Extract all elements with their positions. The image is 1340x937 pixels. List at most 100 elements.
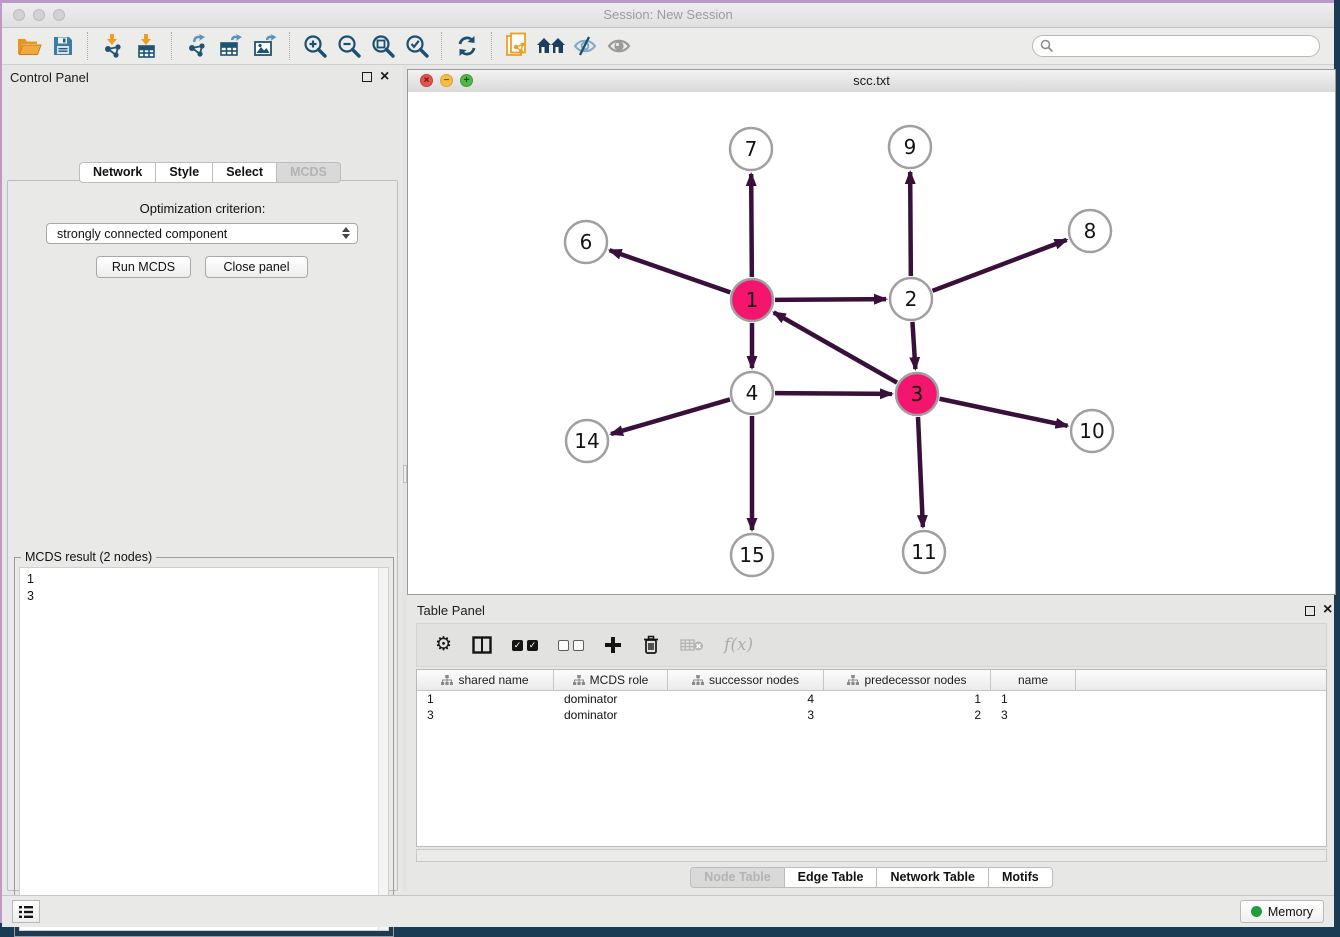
result-scrollbar[interactable]: [378, 568, 388, 930]
delete-table-button[interactable]: [680, 637, 704, 653]
zoom-out-button[interactable]: [332, 31, 366, 61]
tab-select[interactable]: Select: [212, 162, 277, 183]
toolbar-separator: [441, 32, 443, 60]
graph-edge-1-6[interactable]: [610, 250, 731, 292]
graph-node-label-4: 4: [746, 381, 759, 405]
select-all-button[interactable]: ✓✓: [512, 640, 538, 651]
import-network-button[interactable]: [96, 31, 130, 61]
mcds-result-group: MCDS result (2 nodes) 1 3: [14, 557, 394, 937]
graph-edge-3-10[interactable]: [940, 399, 1068, 426]
window-title: Session: New Session: [2, 3, 1334, 27]
zoom-fit-button[interactable]: [366, 31, 400, 61]
graph-edge-4-3[interactable]: [775, 393, 892, 394]
show-columns-button[interactable]: [472, 636, 492, 654]
column-header-predecessor-nodes[interactable]: predecessor nodes: [824, 670, 991, 690]
table-cell[interactable]: 2: [824, 707, 991, 723]
table-cell[interactable]: 3: [668, 707, 824, 723]
eye-slash-icon: [572, 35, 598, 57]
mcds-result-title: MCDS result (2 nodes): [21, 550, 156, 564]
table-cell[interactable]: dominator: [554, 691, 668, 707]
float-table-panel-icon[interactable]: [1305, 606, 1315, 616]
toolbar-separator: [289, 32, 291, 60]
column-header-MCDS-role[interactable]: MCDS role: [554, 670, 668, 690]
memory-status-icon: [1251, 906, 1262, 917]
node-table-header: shared name MCDS rolesuccessor nodesprede…: [417, 670, 1326, 691]
criterion-dropdown[interactable]: strongly connected component: [46, 223, 358, 244]
table-cell[interactable]: 1: [417, 691, 554, 707]
column-header-shared-name[interactable]: shared name: [417, 670, 554, 690]
zoom-in-button[interactable]: [298, 31, 332, 61]
control-panel-header: Control Panel ×: [2, 65, 403, 91]
tab-node-table[interactable]: Node Table: [690, 867, 784, 888]
table-cell[interactable]: 3: [417, 707, 554, 723]
tab-style[interactable]: Style: [155, 162, 213, 183]
tab-edge-table[interactable]: Edge Table: [784, 867, 878, 888]
graph-edge-1-2[interactable]: [775, 299, 886, 300]
table-row[interactable]: 3dominator323: [417, 707, 1326, 723]
table-hscrollbar[interactable]: [416, 849, 1327, 862]
home-layout-button[interactable]: [534, 31, 568, 61]
import-network-icon: [101, 33, 125, 59]
import-table-button[interactable]: [130, 31, 164, 61]
graph-node-label-9: 9: [904, 135, 917, 159]
task-history-button[interactable]: [12, 900, 40, 923]
run-mcds-button[interactable]: Run MCDS: [96, 256, 191, 278]
memory-button[interactable]: Memory: [1240, 900, 1324, 923]
node-table: shared name MCDS rolesuccessor nodesprede…: [416, 669, 1327, 847]
control-panel-tabs: NetworkStyleSelectMCDS: [79, 162, 341, 183]
export-table-button[interactable]: [214, 31, 248, 61]
table-settings-button[interactable]: ⚙: [435, 635, 452, 655]
graph-edge-2-9[interactable]: [910, 172, 911, 276]
table-cell[interactable]: dominator: [554, 707, 668, 723]
graph-node-label-11: 11: [911, 540, 936, 564]
open-file-button[interactable]: [12, 31, 46, 61]
export-network-button[interactable]: [180, 31, 214, 61]
column-header-name[interactable]: name: [991, 670, 1076, 690]
tab-network[interactable]: Network: [79, 162, 156, 183]
checkbox-checked-icon: ✓: [527, 640, 538, 651]
float-panel-icon[interactable]: [362, 72, 372, 82]
close-panel-icon[interactable]: ×: [380, 67, 389, 87]
add-column-button[interactable]: [604, 636, 622, 654]
column-label: shared name: [458, 673, 528, 687]
export-image-button[interactable]: [248, 31, 282, 61]
network-view-window: × − + scc.txt 7968124314101511: [407, 69, 1336, 595]
deselect-all-button[interactable]: [558, 640, 584, 651]
table-cell[interactable]: 3: [991, 707, 1076, 723]
graph-edge-2-3[interactable]: [912, 322, 915, 369]
network-canvas[interactable]: 7968124314101511: [408, 92, 1335, 594]
save-session-button[interactable]: [46, 31, 80, 61]
zoom-selected-button[interactable]: [400, 31, 434, 61]
mcds-result-area[interactable]: 1 3: [19, 567, 389, 931]
column-header-successor-nodes[interactable]: successor nodes: [668, 670, 824, 690]
table-panel-title: Table Panel: [417, 603, 485, 618]
graph-edge-3-1[interactable]: [774, 312, 897, 382]
hide-panel-button[interactable]: [568, 31, 602, 61]
close-panel-button[interactable]: Close panel: [205, 256, 308, 278]
table-row[interactable]: 1dominator411: [417, 691, 1326, 707]
table-panel: Table Panel × ⚙ ✓✓ f(x): [407, 599, 1336, 891]
tab-mcds[interactable]: MCDS: [276, 162, 341, 183]
home-icon: [536, 35, 566, 57]
table-cell[interactable]: 1: [824, 691, 991, 707]
zoom-in-icon: [302, 33, 328, 59]
table-cell[interactable]: 4: [668, 691, 824, 707]
tab-motifs[interactable]: Motifs: [988, 867, 1053, 888]
tab-network-table[interactable]: Network Table: [876, 867, 989, 888]
toolbar-separator: [87, 32, 89, 60]
search-input[interactable]: [1032, 35, 1320, 57]
graph-edge-2-8[interactable]: [933, 240, 1067, 291]
delete-column-button[interactable]: [642, 635, 660, 655]
show-panel-button[interactable]: [602, 31, 636, 61]
graph-edge-1-7[interactable]: [751, 174, 752, 277]
table-cell[interactable]: 1: [991, 691, 1076, 707]
zoom-selected-icon: [404, 33, 430, 59]
close-table-panel-icon[interactable]: ×: [1323, 600, 1332, 620]
refresh-view-button[interactable]: [450, 31, 484, 61]
function-builder-button[interactable]: f(x): [724, 635, 753, 655]
graph-edge-4-14[interactable]: [611, 399, 730, 434]
network-from-file-button[interactable]: [500, 31, 534, 61]
search-icon: [1040, 39, 1054, 53]
graph-edge-3-11[interactable]: [918, 417, 923, 527]
node-table-body: 1dominator4113dominator323: [417, 691, 1326, 723]
